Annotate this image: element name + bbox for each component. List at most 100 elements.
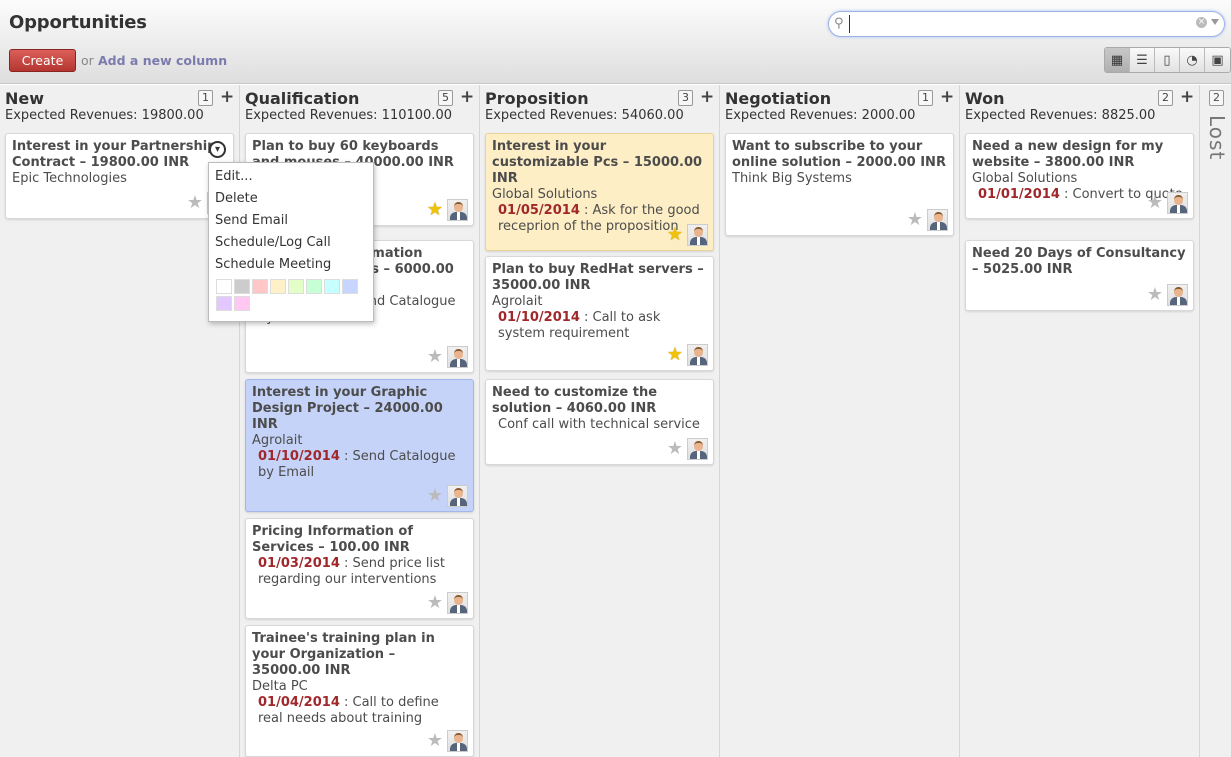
list-view-button[interactable]: ☰: [1130, 48, 1155, 72]
opportunity-card[interactable]: Trainee's training plan in your Organiza…: [245, 625, 474, 757]
opportunity-card[interactable]: Interest in your customizable Pcs – 1500…: [485, 133, 714, 251]
priority-star-icon[interactable]: ★: [427, 348, 443, 366]
card-company: Global Solutions: [492, 187, 598, 202]
card-next-activity: 01/03/2014 : Send price list regarding o…: [252, 556, 467, 588]
card-company: Think Big Systems: [732, 171, 852, 186]
opportunity-card[interactable]: Pricing Information of Services – 100.00…: [245, 518, 474, 619]
opportunity-card[interactable]: Interest in your Graphic Design Project …: [245, 379, 474, 512]
opportunity-card[interactable]: Interest in your Partnership Contract – …: [5, 133, 234, 219]
color-swatch[interactable]: [288, 279, 304, 294]
search-box[interactable]: ⚲ ×: [828, 11, 1225, 37]
priority-star-icon[interactable]: ★: [907, 211, 923, 229]
column-expected-revenues: Expected Revenues: 54060.00: [485, 108, 684, 123]
opportunity-card[interactable]: Want to subscribe to your online solutio…: [725, 133, 954, 236]
priority-star-icon[interactable]: ★: [667, 440, 683, 458]
menu-item[interactable]: Schedule Meeting: [209, 254, 373, 276]
card-company: Agrolait: [492, 294, 543, 309]
menu-item[interactable]: Schedule/Log Call: [209, 232, 373, 254]
color-swatch[interactable]: [270, 279, 286, 294]
color-swatch[interactable]: [216, 296, 232, 311]
column-title[interactable]: Lost: [1205, 115, 1229, 160]
opportunity-card[interactable]: Need 20 Days of Consultancy – 5025.00 IN…: [965, 240, 1194, 311]
column-expected-revenues: Expected Revenues: 2000.00: [725, 108, 916, 123]
card-menu-icon[interactable]: ▾: [209, 141, 226, 158]
card-title[interactable]: Pricing Information of Services – 100.00…: [252, 524, 467, 556]
create-button[interactable]: Create: [9, 49, 76, 72]
kanban-column: New Expected Revenues: 19800.00 1 + Interest…: [0, 85, 240, 757]
add-card-button[interactable]: +: [700, 87, 714, 107]
column-title: Proposition: [485, 89, 589, 108]
card-title[interactable]: Interest in your customizable Pcs – 1500…: [492, 139, 707, 187]
color-swatch[interactable]: [252, 279, 268, 294]
add-card-button[interactable]: +: [460, 87, 474, 107]
add-card-button[interactable]: +: [220, 87, 234, 107]
salesperson-avatar: [927, 209, 948, 231]
column-count: 3: [678, 90, 693, 106]
menu-item[interactable]: Send Email: [209, 210, 373, 232]
card-next-activity: 01/10/2014 : Send Catalogue by Email: [252, 449, 467, 481]
salesperson-avatar: [687, 224, 708, 246]
card-footer: ★: [667, 438, 708, 460]
salesperson-avatar: [447, 199, 468, 221]
opportunity-card[interactable]: Need a new design for my website – 3800.…: [965, 133, 1194, 219]
menu-item[interactable]: Delete: [209, 188, 373, 210]
view-switcher: ▦ ☰ ▯ ◔ ▣: [1104, 47, 1231, 73]
card-title[interactable]: Plan to buy RedHat servers – 35000.00 IN…: [492, 262, 707, 294]
priority-star-icon[interactable]: ★: [187, 194, 203, 212]
card-title[interactable]: Interest in your Graphic Design Project …: [252, 385, 467, 433]
color-swatch[interactable]: [234, 279, 250, 294]
card-activity-date: 01/10/2014: [498, 310, 580, 325]
card-title[interactable]: Need a new design for my website – 3800.…: [972, 139, 1187, 171]
column-expected-revenues: Expected Revenues: 19800.00: [5, 108, 204, 123]
graph-view-button[interactable]: ◔: [1180, 48, 1205, 72]
opportunity-card[interactable]: Need to customize the solution – 4060.00…: [485, 379, 714, 465]
priority-star-icon[interactable]: ★: [427, 732, 443, 750]
color-swatch[interactable]: [216, 279, 232, 294]
card-title[interactable]: Need to customize the solution – 4060.00…: [492, 385, 707, 417]
add-column-link[interactable]: Add a new column: [98, 53, 227, 68]
menu-item[interactable]: Edit...: [209, 166, 373, 188]
add-card-button[interactable]: +: [940, 87, 954, 107]
calendar-view-button[interactable]: ▣: [1205, 48, 1230, 72]
card-footer: ★: [427, 346, 468, 368]
color-swatch[interactable]: [306, 279, 322, 294]
column-lost-folded[interactable]: [1200, 85, 1231, 757]
salesperson-avatar: [687, 344, 708, 366]
search-input[interactable]: [849, 15, 1189, 33]
card-company: Delta PC: [252, 679, 308, 694]
clear-search-icon[interactable]: ×: [1196, 17, 1207, 28]
salesperson-avatar: [447, 485, 468, 507]
priority-star-icon[interactable]: ★: [427, 594, 443, 612]
form-view-button[interactable]: ▯: [1155, 48, 1180, 72]
card-title[interactable]: Trainee's training plan in your Organiza…: [252, 631, 467, 679]
column-expected-revenues: Expected Revenues: 110100.00: [245, 108, 452, 123]
column-count: 2: [1158, 90, 1173, 106]
card-activity-date: 01/05/2014: [498, 203, 580, 218]
priority-star-icon[interactable]: ★: [1147, 286, 1163, 304]
column-title: Won: [965, 89, 1005, 108]
color-swatch[interactable]: [342, 279, 358, 294]
card-next-activity: Conf call with technical service: [492, 417, 707, 433]
add-card-button[interactable]: +: [1180, 87, 1194, 107]
kanban-icon: ▦: [1110, 52, 1124, 68]
priority-star-icon[interactable]: ★: [667, 346, 683, 364]
priority-star-icon[interactable]: ★: [427, 201, 443, 219]
color-picker: [209, 279, 359, 311]
card-title[interactable]: Need 20 Days of Consultancy – 5025.00 IN…: [972, 246, 1187, 278]
card-next-activity: 01/04/2014 : Call to define real needs a…: [252, 695, 467, 727]
card-company: Epic Technologies: [12, 171, 127, 186]
card-title[interactable]: Want to subscribe to your online solutio…: [732, 139, 947, 171]
color-swatch[interactable]: [234, 296, 250, 311]
search-options-dropdown-icon[interactable]: [1211, 19, 1219, 25]
kanban-view-button[interactable]: ▦: [1105, 48, 1130, 72]
priority-star-icon[interactable]: ★: [1147, 194, 1163, 212]
color-swatch[interactable]: [324, 279, 340, 294]
priority-star-icon[interactable]: ★: [427, 487, 443, 505]
opportunity-card[interactable]: Plan to buy RedHat servers – 35000.00 IN…: [485, 256, 714, 371]
card-title[interactable]: Interest in your Partnership Contract – …: [12, 139, 227, 171]
salesperson-avatar: [447, 346, 468, 368]
priority-star-icon[interactable]: ★: [667, 226, 683, 244]
card-activity-date: 01/03/2014: [258, 556, 340, 571]
kanban-column: Won Expected Revenues: 8825.00 2 + Need a ne…: [960, 85, 1200, 757]
column-expected-revenues: Expected Revenues: 8825.00: [965, 108, 1156, 123]
